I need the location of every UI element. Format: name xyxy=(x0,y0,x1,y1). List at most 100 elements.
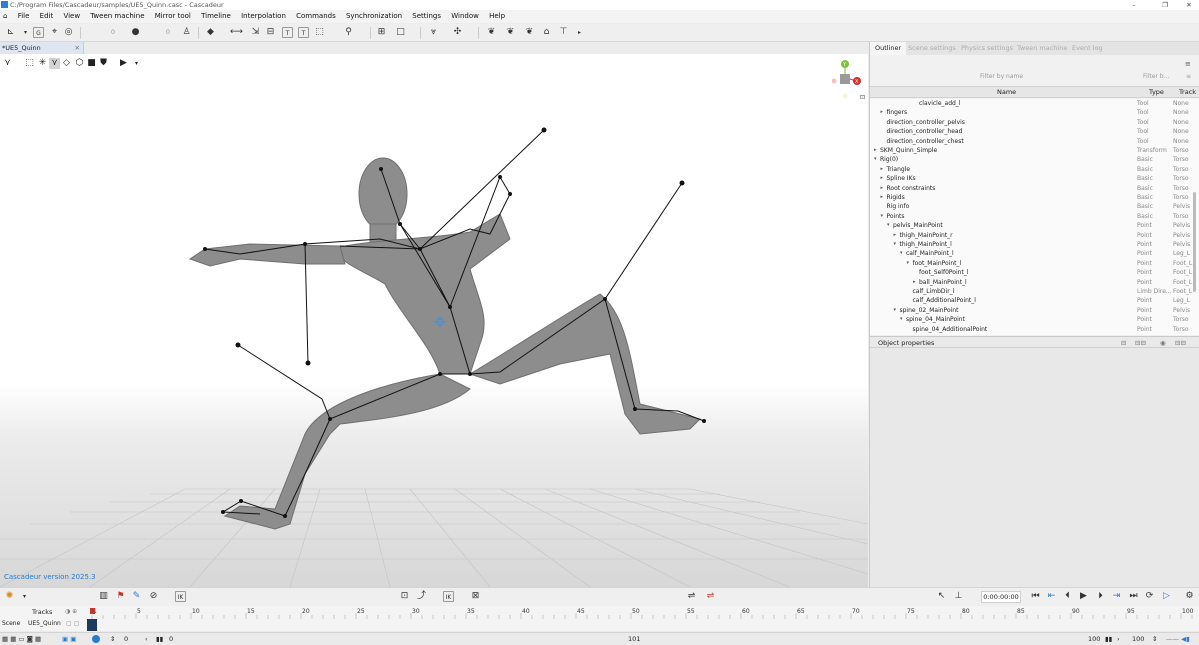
more-arrow-icon[interactable]: ▸ xyxy=(574,27,585,38)
scene-track-label[interactable]: Scene xyxy=(2,620,20,627)
tab-event-log[interactable]: Event log xyxy=(1067,42,1108,55)
expand-arrow-icon[interactable]: ▾ xyxy=(887,221,890,230)
size-field[interactable]: 0 xyxy=(145,27,170,38)
person-icon[interactable]: ♙ xyxy=(181,27,192,38)
outliner-row[interactable]: ▸ ball_MainPoint_l Point Foot_L xyxy=(870,278,1199,287)
cube-icon[interactable]: ■ xyxy=(86,58,97,69)
expand-arrow-icon[interactable]: ▸ xyxy=(881,174,884,183)
outliner-row[interactable]: foot_Self0Point_l Point Foot_L xyxy=(870,268,1199,277)
outliner-row[interactable]: ▸ Triangle Basic Torso xyxy=(870,165,1199,174)
status-dot-icon[interactable] xyxy=(92,635,100,643)
pause-icon[interactable]: ▮▮ xyxy=(156,633,163,645)
menu-settings[interactable]: Settings xyxy=(408,10,445,23)
home-pose-icon[interactable]: ⌂ xyxy=(541,27,552,38)
prev-key-icon[interactable]: ⇤ xyxy=(1046,591,1057,602)
forward-icon[interactable]: › xyxy=(1117,633,1120,645)
menu-window[interactable]: Window xyxy=(447,10,483,23)
go-start-icon[interactable]: ⏮ xyxy=(1030,591,1041,602)
maximize-button[interactable]: ❐ xyxy=(1156,0,1174,10)
axis-icon[interactable]: ⊾ xyxy=(5,27,16,38)
filter-type-input[interactable]: Filter b... xyxy=(1143,71,1169,82)
run-icon[interactable]: ⚲ xyxy=(343,27,354,38)
ik-icon[interactable]: IK xyxy=(175,591,186,602)
interp-icon-1[interactable]: ⇌ xyxy=(686,591,697,602)
camera-icon[interactable]: ▶ xyxy=(118,58,129,69)
stepper-icon-2[interactable]: ⇕ xyxy=(1152,633,1157,645)
pause-icon-2[interactable]: ▮▮ xyxy=(1105,633,1112,645)
outliner-row[interactable]: ▸ Rigids Basic Torso xyxy=(870,193,1199,202)
menu-synchronization[interactable]: Synchronization xyxy=(342,10,406,23)
trim-icon[interactable]: ⊠ xyxy=(470,591,481,602)
object-track-label[interactable]: UE5_Quinn xyxy=(28,620,61,627)
selection-box-icon[interactable]: ⬚ xyxy=(314,27,325,38)
tab-outliner[interactable]: Outliner xyxy=(870,42,907,55)
menu-edit[interactable]: Edit xyxy=(36,10,58,23)
orientation-gizmo[interactable]: Y X xyxy=(831,58,862,102)
play-icon[interactable]: ▶ xyxy=(1078,591,1089,602)
frame-icon[interactable]: T xyxy=(298,27,309,38)
outliner-row[interactable]: direction_controller_pelvis Tool None xyxy=(870,118,1199,127)
pivot-icon[interactable]: ⌖ xyxy=(49,27,60,38)
tab-scene-settings[interactable]: Scene settings xyxy=(903,42,961,55)
filter-options-icon[interactable]: ≡ xyxy=(1186,71,1191,82)
menu-tween-machine[interactable]: Tween machine xyxy=(86,10,148,23)
global-mode-icon[interactable]: G xyxy=(33,27,44,38)
target-icon[interactable]: ◎ xyxy=(63,27,74,38)
outliner-row[interactable]: ▾ Rig(0) Basic Torso xyxy=(870,155,1199,164)
autopose-icon[interactable]: ⩔ xyxy=(428,27,439,38)
expand-arrow-icon[interactable]: ▸ xyxy=(881,184,884,193)
select-rect-icon[interactable]: ⬚ xyxy=(24,58,35,69)
ruler-icon[interactable]: ⟷ xyxy=(230,27,243,38)
eraser-icon[interactable]: ◆ xyxy=(205,27,216,38)
expand-arrow-icon[interactable]: ▾ xyxy=(907,259,910,268)
expand-arrow-icon[interactable]: ▾ xyxy=(881,212,884,221)
dropdown-arrow-icon[interactable]: ▾ xyxy=(20,27,31,38)
expand-arrow-icon[interactable]: ▸ xyxy=(874,146,877,155)
column-name[interactable]: Name xyxy=(997,87,1016,98)
expand-arrow-icon[interactable]: ▾ xyxy=(894,240,897,249)
outliner-row[interactable]: ▸ Root constraints Basic Torso xyxy=(870,184,1199,193)
align-icon[interactable]: ⊟ xyxy=(265,27,276,38)
next-key-icon[interactable]: ⇥ xyxy=(1111,591,1122,602)
3d-viewport[interactable]: ⋎ ⬚ ✳ ⋎ ◇ ⬡ ■ ⛊ ▶ ▾ Y X ⊡ Cascadeur vers… xyxy=(0,54,868,587)
ik-toggle-icon[interactable]: IK xyxy=(443,591,454,602)
physics-icon[interactable]: ✣ xyxy=(452,27,463,38)
expand-arrow-icon[interactable]: ▸ xyxy=(881,165,884,174)
keyframe-icon[interactable]: ▥ xyxy=(98,591,109,602)
track-toggles-icon[interactable]: ▢ ▢ xyxy=(66,620,79,627)
zoom-slider[interactable]: —— ◀▮ xyxy=(1166,633,1190,645)
expand-arrow-icon[interactable]: ▸ xyxy=(881,108,884,117)
next-frame-icon[interactable]: ⏵ xyxy=(1095,591,1106,602)
camera-dropdown-icon[interactable]: ▾ xyxy=(131,58,142,69)
footprint-3-icon[interactable]: ❦ xyxy=(524,27,535,38)
joint-icon[interactable]: ✳ xyxy=(37,58,48,69)
close-tab-icon[interactable]: ✕ xyxy=(75,42,80,54)
prev-frame-icon[interactable]: ⏴ xyxy=(1062,591,1073,602)
frame-field-b[interactable]: 0 xyxy=(169,633,173,645)
current-frame-key[interactable] xyxy=(87,619,97,631)
snap-icon[interactable]: ⇲ xyxy=(250,27,261,38)
outliner-row[interactable]: ▸ fingers Tool None xyxy=(870,108,1199,117)
outliner-row[interactable]: ▾ pelvis_MainPoint Point Pelvis xyxy=(870,221,1199,230)
menu-help[interactable]: Help xyxy=(485,10,509,23)
scene-canvas[interactable] xyxy=(0,54,868,587)
expand-arrow-icon[interactable]: ▸ xyxy=(913,278,916,287)
column-type[interactable]: Type xyxy=(1149,87,1164,98)
outliner-row[interactable]: ▾ foot_MainPoint_l Point Foot_L xyxy=(870,259,1199,268)
home-icon[interactable]: ⌂ xyxy=(0,10,11,23)
layer-icons[interactable]: ▣ ▣ xyxy=(62,633,76,645)
range-field-a[interactable]: 100 xyxy=(1088,633,1100,645)
scene-graph-icon[interactable]: ⋎ xyxy=(2,58,13,69)
gear-icon[interactable]: ⚙ xyxy=(1184,591,1195,602)
expand-arrow-icon[interactable]: ▾ xyxy=(894,306,897,315)
square-icon[interactable]: □ xyxy=(395,27,406,38)
outliner-row[interactable]: ▸ SKM_Quinn_Simple Transform Torso xyxy=(870,146,1199,155)
step-field[interactable]: 0 xyxy=(85,27,115,38)
menu-view[interactable]: View xyxy=(59,10,84,23)
fit-icon[interactable]: ⊤ xyxy=(558,27,569,38)
fit-timeline-icon[interactable]: ⊥ xyxy=(953,591,964,602)
point-icon[interactable]: ● xyxy=(130,27,141,38)
menu-commands[interactable]: Commands xyxy=(292,10,340,23)
cube-outline-icon[interactable]: ⬡ xyxy=(74,58,85,69)
document-tab[interactable]: *UE5_Quinn ✕ xyxy=(0,42,84,54)
